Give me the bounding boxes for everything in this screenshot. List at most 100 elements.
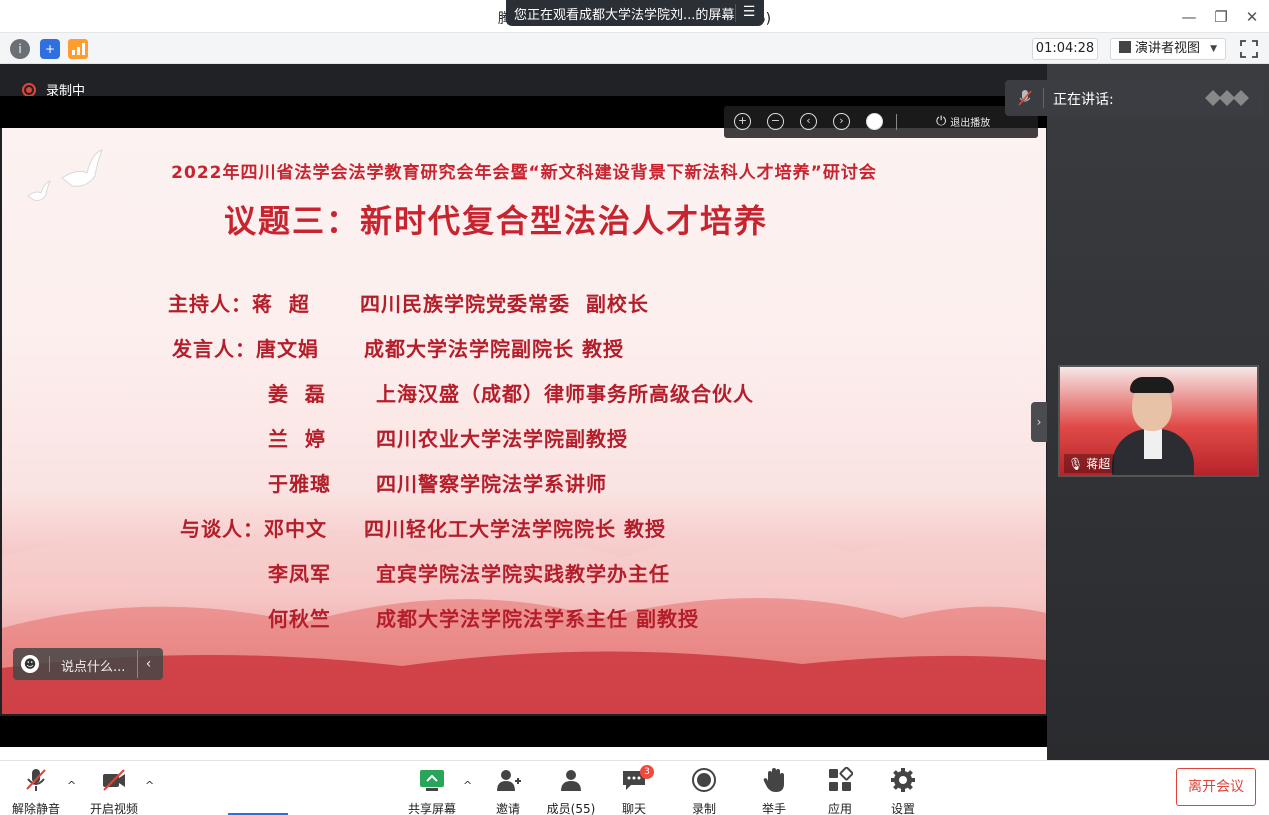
chat-placeholder[interactable]: 说点什么... — [61, 656, 125, 675]
participant-video-thumbnail[interactable]: 🎙 蒋超 — [1058, 365, 1259, 477]
previous-icon[interactable]: ‹ — [800, 113, 817, 130]
signal-icon[interactable] — [68, 39, 88, 59]
record-button[interactable]: 录制 — [676, 767, 732, 815]
view-mode-dropdown[interactable]: 演讲者视图 ▼ — [1110, 38, 1226, 60]
person-title: 宜宾学院法学院实践教学办主任 — [376, 562, 670, 586]
slide-line-discussant-3: 何秋竺 成都大学法学院法学系主任 副教授 — [268, 603, 699, 632]
slide-player-controls: + − ‹ › ⏻ 退出播放 — [724, 106, 1038, 138]
chevron-left-icon[interactable]: ‹ — [137, 650, 159, 678]
add-user-icon — [497, 770, 521, 791]
person-title: 四川轻化工大学法学院院长 教授 — [364, 517, 666, 541]
minimize-icon[interactable]: — — [1178, 6, 1200, 28]
divider — [1043, 88, 1044, 108]
members-icon — [561, 770, 581, 791]
slide-line-speaker-2: 姜 磊 上海汉盛（成都）律师事务所高级合伙人 — [268, 378, 754, 407]
participant-shirt — [1144, 429, 1162, 459]
participant-name-tag: 🎙 蒋超 — [1064, 454, 1115, 473]
invite-button[interactable]: 邀请 — [480, 767, 536, 815]
screen-share-banner[interactable]: 您正在观看成都大学法学院刘...的屏幕 ☰ — [506, 0, 764, 26]
raise-hand-label: 举手 — [761, 802, 786, 815]
person-title: 四川农业大学法学院副教授 — [376, 427, 628, 451]
slide-line-host: 主持人：蒋 超 四川民族学院党委常委 副校长 — [168, 288, 649, 317]
raise-hand-button[interactable]: 举手 — [746, 767, 802, 815]
letterbox-bottom — [0, 716, 1047, 747]
chat-quick-input[interactable]: ☻ 说点什么... ‹ — [13, 648, 163, 680]
exit-playback-button[interactable]: ⏻ 退出播放 — [936, 114, 990, 129]
slide-line-discussant-1: 与谈人：邓中文 四川轻化工大学法学院院长 教授 — [180, 513, 666, 542]
title-bar: 腾讯会议3456) 您正在观看成都大学法学院刘...的屏幕 ☰ — ❐ ✕ — [0, 0, 1269, 33]
divider — [896, 114, 897, 130]
small-dove-icon — [27, 180, 51, 201]
zoom-out-icon[interactable]: − — [767, 113, 784, 130]
chat-button[interactable]: 3 聊天 — [606, 765, 662, 815]
meeting-info-bar: i + 01:04:28 演讲者视图 ▼ — [0, 33, 1269, 64]
meeting-toolbar: 解除静音 ^ 开启视频 ^ 共享屏幕 ^ 邀请 成员(55) 3 聊天 录制 举… — [0, 760, 1269, 815]
person-name: 唐文娟 — [256, 337, 319, 361]
unread-badge: 3 — [640, 765, 654, 779]
person-title: 四川民族学院党委常委 副校长 — [360, 292, 649, 316]
leave-meeting-button[interactable]: 离开会议 — [1176, 768, 1256, 806]
video-off-icon — [103, 769, 125, 791]
next-icon[interactable]: › — [833, 113, 850, 130]
members-button[interactable]: 成员(55) — [543, 767, 599, 815]
role-label: 发言人： — [172, 337, 256, 361]
gear-icon — [891, 768, 915, 792]
slide-line-speaker-4: 于雅璁 四川警察学院法学系讲师 — [268, 468, 607, 497]
share-screen-label: 共享屏幕 — [407, 802, 456, 815]
meeting-timer: 01:04:28 — [1032, 38, 1098, 60]
person-title: 成都大学法学院副院长 教授 — [364, 337, 624, 361]
menu-icon[interactable]: ☰ — [740, 3, 758, 21]
record-toggle-icon[interactable] — [866, 113, 883, 130]
slide-line-speaker-3: 兰 婷 四川农业大学法学院副教授 — [268, 423, 628, 452]
settings-button[interactable]: 设置 — [875, 767, 931, 815]
share-options-chevron-icon[interactable]: ^ — [463, 779, 472, 792]
members-label: 成员(55) — [546, 802, 596, 815]
fullscreen-icon[interactable] — [1238, 38, 1260, 60]
share-screen-icon — [420, 770, 444, 791]
chat-label: 聊天 — [621, 802, 646, 815]
person-title: 四川警察学院法学系讲师 — [376, 472, 607, 496]
person-name: 兰 婷 — [268, 427, 326, 451]
apps-button[interactable]: 应用 — [812, 766, 868, 815]
apps-label: 应用 — [827, 802, 852, 815]
person-title: 上海汉盛（成都）律师事务所高级合伙人 — [376, 382, 754, 406]
shield-icon[interactable]: + — [40, 39, 60, 59]
emoji-icon[interactable]: ☻ — [21, 655, 39, 673]
share-screen-button[interactable]: 共享屏幕 — [404, 767, 460, 815]
slide-title: 议题三：新时代复合型法治人才培养 — [224, 202, 769, 240]
slide-subtitle: 2022年四川省法学会法学教育研究会年会暨“新文科建设背景下新法科人才培养”研讨… — [171, 163, 877, 183]
shared-screen-stage: 录制中 2022年四川省法学会法学教育研究会年会暨“新文科建设背景下新法科人才培… — [0, 64, 1047, 747]
person-name: 邓中文 — [264, 517, 327, 541]
apps-icon — [829, 766, 854, 791]
close-icon[interactable]: ✕ — [1241, 6, 1263, 28]
collapse-panel-handle[interactable]: › — [1031, 402, 1047, 442]
zoom-in-icon[interactable]: + — [734, 113, 751, 130]
presentation-slide: 2022年四川省法学会法学教育研究会年会暨“新文科建设背景下新法科人才培养”研讨… — [2, 128, 1046, 714]
invite-label: 邀请 — [495, 802, 520, 815]
power-icon: ⏻ — [936, 114, 947, 129]
speaking-label: 正在讲话: — [1053, 92, 1114, 108]
speaking-indicator: 正在讲话: — [1005, 80, 1263, 116]
divider — [735, 4, 736, 22]
record-label: 录制 — [691, 802, 716, 815]
divider — [49, 656, 50, 672]
video-options-chevron-icon[interactable]: ^ — [145, 779, 154, 792]
muted-mic-icon — [26, 769, 46, 791]
settings-label: 设置 — [890, 802, 915, 815]
view-mode-label: 演讲者视图 — [1135, 41, 1201, 56]
person-name: 于雅璁 — [268, 472, 331, 496]
hand-icon — [763, 768, 784, 792]
info-icon[interactable]: i — [10, 39, 30, 59]
participant-name: 蒋超 — [1086, 457, 1111, 471]
person-name: 何秋竺 — [268, 607, 331, 631]
participant-hair — [1130, 377, 1174, 393]
person-name: 李凤军 — [268, 562, 331, 586]
start-video-button[interactable]: 开启视频 — [86, 767, 142, 815]
share-banner-text: 您正在观看成都大学法学院刘...的屏幕 — [514, 7, 735, 23]
person-title: 成都大学法学院法学系主任 副教授 — [376, 607, 699, 631]
audio-options-chevron-icon[interactable]: ^ — [67, 779, 76, 792]
unmute-button[interactable]: 解除静音 — [8, 767, 64, 815]
chevron-down-icon: ▼ — [1210, 44, 1217, 54]
person-name: 蒋 超 — [252, 292, 310, 316]
restore-icon[interactable]: ❐ — [1210, 6, 1232, 28]
